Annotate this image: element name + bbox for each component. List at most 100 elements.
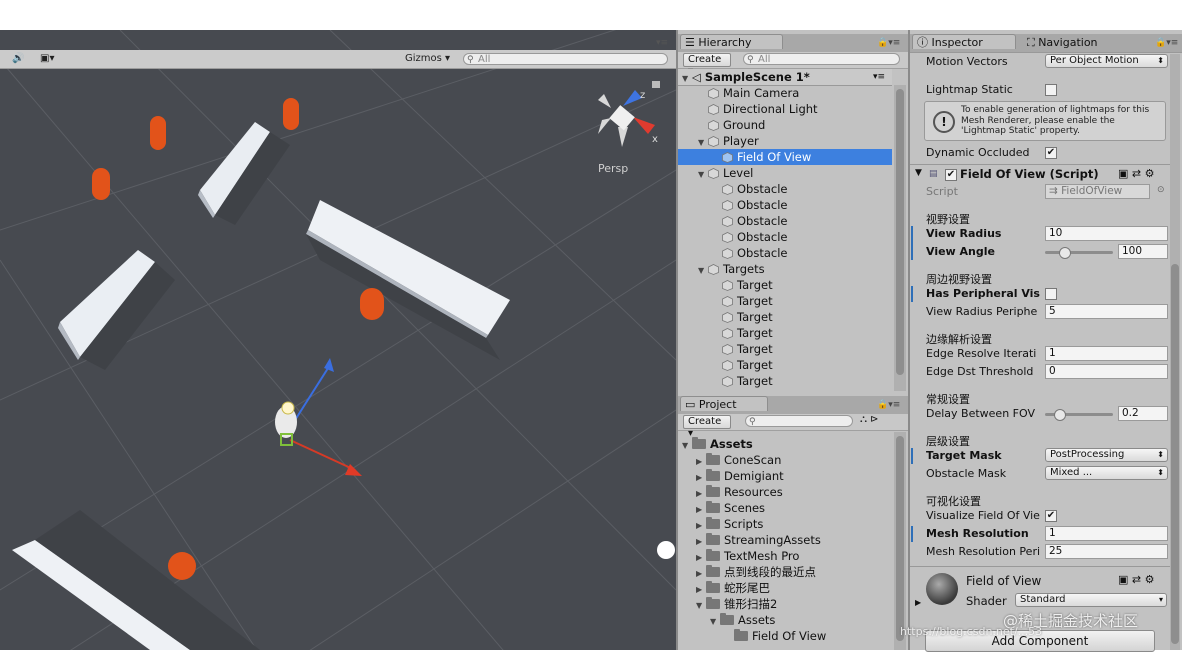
script-field[interactable]: ⇉ FieldOfView [1045,184,1150,199]
tab-project[interactable]: ▭ Project [680,396,768,411]
project-item[interactable]: ▶ Resources [696,484,783,500]
hierarchy-item-label: Main Camera [723,86,800,100]
hierarchy-item-label: Target [737,358,773,372]
project-item[interactable]: ▶ 点到线段的最近点 [696,564,816,580]
delay-slider-knob[interactable] [1053,409,1066,421]
lightmap-static-checkbox[interactable] [1045,84,1057,96]
target-picker-icon[interactable]: ⊙ [1157,185,1165,195]
hierarchy-item[interactable]: Target [712,373,773,389]
hierarchy-lock-icon[interactable]: 🔒▾≡ [877,38,900,48]
material-header-icons[interactable]: ▣ ⇄ ⚙ [1118,573,1154,586]
hierarchy-item[interactable]: Target [712,357,773,373]
project-item[interactable]: Field Of View [724,628,826,644]
project-item[interactable]: ▶ 蛇形尾巴 [696,580,770,596]
expand-triangle-icon[interactable]: ▼ [682,438,692,454]
hierarchy-item[interactable]: Target [712,325,773,341]
target-mask-dropdown[interactable]: PostProcessing ⬍ [1045,448,1168,462]
hierarchy-item[interactable]: Main Camera [698,85,799,101]
tab-hierarchy[interactable]: ☰ Hierarchy [680,34,783,49]
persp-label[interactable]: Persp [598,162,628,175]
project-search-input[interactable]: ⚲ [745,415,853,427]
view-angle-field[interactable]: 100 [1118,244,1168,259]
material-foldout-icon[interactable]: ▶ [915,598,921,607]
component-enabled-checkbox[interactable]: ✔ [945,169,957,181]
lock-icon[interactable] [652,81,660,88]
expand-triangle-icon[interactable]: ▼ [698,263,708,279]
hierarchy-item[interactable]: Target [712,277,773,293]
mesh-res-peri-field[interactable]: 25 [1045,544,1168,559]
hierarchy-scroll-thumb[interactable] [896,89,904,375]
hierarchy-item[interactable]: Target [712,309,773,325]
hierarchy-item[interactable]: Ground [698,117,765,133]
hierarchy-item[interactable]: ▼ Player [698,133,759,149]
tab-navigation[interactable]: ⛶ Navigation [1022,34,1122,49]
inspector-scroll-thumb[interactable] [1171,264,1179,644]
script-label: Script [926,185,958,198]
hierarchy-scrollbar[interactable] [894,85,906,391]
view-radius-peri-field[interactable]: 5 [1045,304,1168,319]
project-item[interactable]: ▶ Scripts [696,516,763,532]
scene-search-input[interactable]: ⚲ All [463,53,668,65]
expand-triangle-icon[interactable]: ▼ [698,167,708,183]
has-peripheral-checkbox[interactable] [1045,288,1057,300]
hierarchy-item[interactable]: Obstacle [712,213,788,229]
motion-vectors-dropdown[interactable]: Per Object Motion ⬍ [1045,54,1168,68]
view-angle-slider-knob[interactable] [1059,247,1072,259]
project-item[interactable]: ▶ Scenes [696,500,765,516]
hierarchy-item[interactable]: ▼ Level [698,165,753,181]
project-scroll-thumb[interactable] [896,436,904,641]
project-item[interactable]: ▶ TextMesh Pro [696,548,799,564]
inspector-lock-icon[interactable]: 🔒▾≡ [1155,38,1178,48]
shader-dropdown[interactable]: Standard ▾ [1015,593,1167,607]
unity-scene-icon: ◁ [692,70,701,84]
effects-icon[interactable]: ▣▾ [40,52,54,65]
project-lock-icon[interactable]: 🔒▾≡ [877,400,900,410]
tab-inspector[interactable]: ⓘ Inspector [912,34,1016,49]
mesh-res-field[interactable]: 1 [1045,526,1168,541]
expand-triangle-icon[interactable]: ▼ [696,598,706,614]
panel-menu-icon[interactable]: ▾≡ [656,38,668,48]
gizmos-dropdown[interactable]: Gizmos ▾ [405,52,450,65]
scene-view[interactable]: z x Persp [0,30,676,650]
hierarchy-item[interactable]: Target [712,293,773,309]
dynamic-occluded-checkbox[interactable]: ✔ [1045,147,1057,159]
hierarchy-item[interactable]: Field Of View [712,149,811,165]
project-scrollbar[interactable] [894,432,906,650]
scene-menu-icon[interactable]: ▾≡ [873,72,885,82]
project-create-button[interactable]: Create ▾ [683,415,731,439]
project-item[interactable]: ▶ StreamingAssets [696,532,821,548]
obstacle-mask-dropdown[interactable]: Mixed ... ⬍ [1045,466,1168,480]
component-foldout-icon[interactable]: ▼ [915,168,922,178]
edge-resolve-field[interactable]: 1 [1045,346,1168,361]
edge-dst-field[interactable]: 0 [1045,364,1168,379]
expand-triangle-icon[interactable]: ▼ [710,614,720,630]
hierarchy-item[interactable]: Obstacle [712,181,788,197]
view-radius-field[interactable]: 10 [1045,226,1168,241]
delay-field[interactable]: 0.2 [1118,406,1168,421]
hierarchy-item[interactable]: Obstacle [712,229,788,245]
hierarchy-item[interactable]: Obstacle [712,245,788,261]
expand-triangle-icon[interactable]: ▼ [682,71,692,87]
view-angle-label: View Angle [926,245,995,258]
orientation-gizmo[interactable] [598,90,655,147]
scene-name-row[interactable]: ▼ ◁ SampleScene 1* [682,69,810,85]
hierarchy-item[interactable]: ▼ Targets [698,261,765,277]
hierarchy-search-input[interactable]: ⚲ All [743,53,900,65]
project-item[interactable]: ▶ ConeScan [696,452,781,468]
project-item[interactable]: ▶ Demigiant [696,468,784,484]
hierarchy-item[interactable]: Directional Light [698,101,818,117]
inspector-scrollbar[interactable] [1170,54,1180,650]
scene-viewport[interactable]: z x Persp [0,30,676,650]
project-item[interactable]: ▼ 锥形扫描2 [696,596,777,612]
project-item[interactable]: ▼ Assets [710,612,775,628]
hierarchy-item[interactable]: Target [712,341,773,357]
component-header-icons[interactable]: ▣ ⇄ ⚙ [1118,167,1154,180]
player-gizmo[interactable] [275,358,362,476]
filter-icons[interactable]: ⛬ ⊳ [860,414,879,425]
visualize-checkbox[interactable]: ✔ [1045,510,1057,522]
project-root[interactable]: ▼ Assets [682,436,753,452]
audio-icon[interactable]: 🔊 [12,52,24,65]
view-angle-slider[interactable] [1045,251,1113,254]
hierarchy-item[interactable]: Obstacle [712,197,788,213]
hierarchy-create-button[interactable]: Create ▾ [683,53,731,77]
